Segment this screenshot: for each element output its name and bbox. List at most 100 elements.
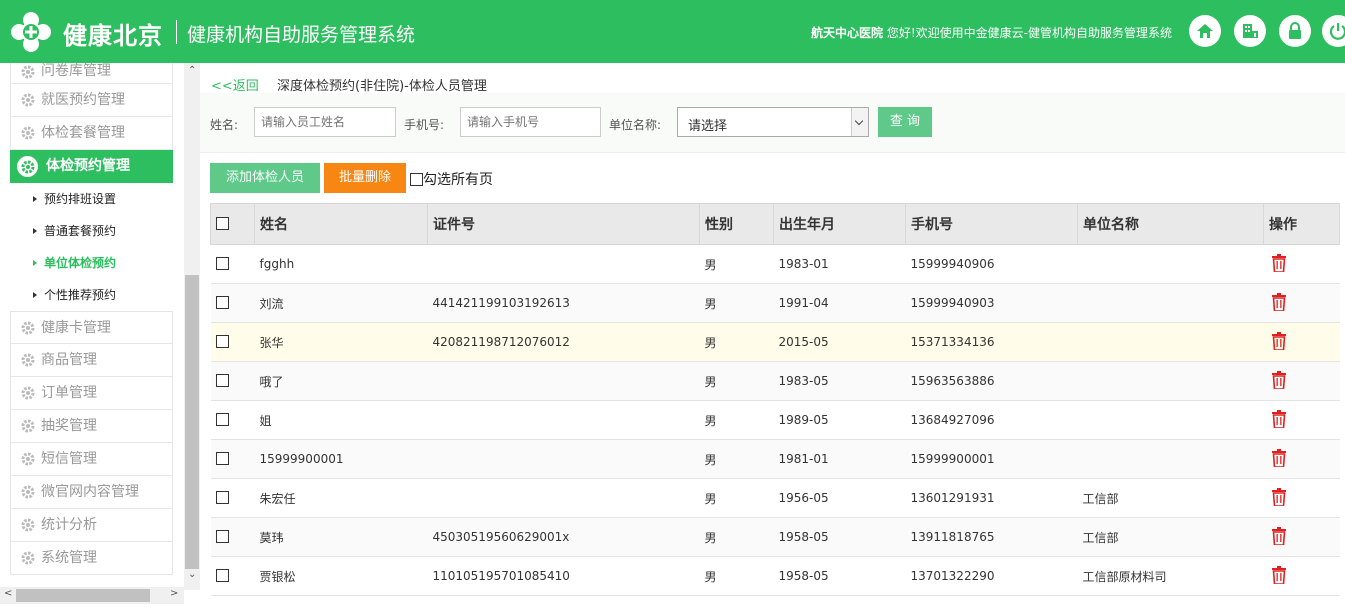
cell-birth: 1989-05 bbox=[773, 400, 906, 440]
sidebar-item[interactable]: 就医预约管理 bbox=[10, 84, 173, 117]
trash-icon[interactable] bbox=[1271, 448, 1287, 468]
cell-phone: 15999900001 bbox=[905, 439, 1078, 479]
table-row[interactable]: 贾银松 110105195701085410 男 1958-05 13701322290… bbox=[210, 556, 1340, 596]
sidebar-subitem-active[interactable]: 单位体检预约 bbox=[10, 247, 173, 279]
cell-birth: 1958-05 bbox=[773, 556, 906, 596]
table-row[interactable]: 刘流 441421199103192613 男 1991-04 15999940903 bbox=[210, 283, 1340, 323]
cell-phone: 15999940906 bbox=[905, 244, 1078, 284]
cell-actions bbox=[1263, 556, 1340, 596]
row-checkbox[interactable] bbox=[215, 257, 229, 270]
sidebar-item[interactable]: 抽奖管理 bbox=[10, 410, 173, 443]
sidebar-subitem[interactable]: 个性推荐预约 bbox=[10, 279, 173, 311]
table-row[interactable]: 莫玮 45030519560629001x 男 1958-05 13911818765 工… bbox=[210, 517, 1340, 557]
name-search-input[interactable] bbox=[254, 107, 396, 137]
row-checkbox[interactable] bbox=[215, 452, 229, 465]
cell-unit bbox=[1077, 244, 1264, 284]
cell-unit: 工信部 bbox=[1077, 517, 1264, 557]
sidebar-subitem[interactable]: 普通套餐预约 bbox=[10, 215, 173, 247]
row-select-cell bbox=[210, 517, 255, 557]
scroll-up-icon[interactable]: ⌃ bbox=[188, 65, 196, 76]
row-checkbox[interactable] bbox=[215, 491, 229, 504]
lock-button[interactable] bbox=[1279, 15, 1311, 47]
column-header: 单位名称 bbox=[1077, 203, 1264, 245]
sidebar-item[interactable]: 统计分析 bbox=[10, 509, 173, 542]
trash-icon[interactable] bbox=[1271, 565, 1287, 585]
cell-birth: 1981-01 bbox=[773, 439, 906, 479]
sidebar-vertical-scrollbar[interactable]: ⌃ ⌄ bbox=[184, 63, 200, 590]
row-checkbox[interactable] bbox=[215, 530, 229, 543]
trash-icon[interactable] bbox=[1271, 370, 1287, 390]
unit-select[interactable]: 请选择 bbox=[677, 107, 869, 137]
table-row[interactable]: 朱宏任 男 1956-05 13601291931 工信部 bbox=[210, 478, 1340, 518]
row-checkbox[interactable] bbox=[215, 569, 229, 582]
trash-icon[interactable] bbox=[1271, 331, 1287, 351]
table-row[interactable]: 姐 男 1989-05 13684927096 bbox=[210, 400, 1340, 440]
scrollbar-thumb[interactable] bbox=[16, 589, 150, 602]
cell-actions bbox=[1263, 517, 1340, 557]
phone-search-input[interactable] bbox=[460, 107, 601, 137]
sidebar-item-label: 抽奖管理 bbox=[41, 418, 97, 434]
trash-icon[interactable] bbox=[1271, 292, 1287, 312]
table-row[interactable]: 哦了 男 1983-05 15963563886 bbox=[210, 361, 1340, 401]
cell-name: 贾银松 bbox=[254, 556, 428, 596]
row-checkbox[interactable] bbox=[215, 335, 229, 348]
cell-birth: 1991-04 bbox=[773, 283, 906, 323]
row-select-cell bbox=[210, 439, 255, 479]
cell-phone: 13701322290 bbox=[905, 556, 1078, 596]
sidebar-item[interactable]: 问卷库管理 bbox=[10, 63, 173, 84]
back-link[interactable]: <<返回 bbox=[211, 79, 259, 94]
sidebar-item[interactable]: 体检套餐管理 bbox=[10, 117, 173, 150]
trash-icon[interactable] bbox=[1271, 526, 1287, 546]
sidebar-item[interactable]: 系统管理 bbox=[10, 542, 173, 575]
sidebar-item-active[interactable]: 体检预约管理 bbox=[10, 150, 173, 183]
select-all-pages-checkbox[interactable] bbox=[410, 173, 423, 186]
trash-icon[interactable] bbox=[1271, 487, 1287, 507]
sidebar-item[interactable]: 微官网内容管理 bbox=[10, 476, 173, 509]
select-all-pages[interactable]: 勾选所有页 bbox=[410, 169, 493, 189]
cell-unit bbox=[1077, 322, 1264, 362]
add-person-button[interactable]: 添加体检人员 bbox=[210, 163, 320, 193]
sidebar-item-label: 统计分析 bbox=[41, 517, 97, 533]
select-all-checkbox[interactable] bbox=[216, 217, 229, 230]
sidebar-item[interactable]: 健康卡管理 bbox=[10, 311, 173, 344]
hospital-button[interactable] bbox=[1234, 15, 1266, 47]
cell-actions bbox=[1263, 283, 1340, 323]
row-select-cell bbox=[210, 556, 255, 596]
sidebar-horizontal-scrollbar[interactable]: < > bbox=[0, 587, 184, 604]
row-select-cell bbox=[210, 322, 255, 362]
scrollbar-thumb[interactable] bbox=[185, 275, 199, 569]
phone-label: 手机号: bbox=[404, 118, 445, 132]
cell-name: 张华 bbox=[254, 322, 428, 362]
sidebar-item[interactable]: 商品管理 bbox=[10, 344, 173, 377]
table-row[interactable]: 15999900001 男 1981-01 15999900001 bbox=[210, 439, 1340, 479]
row-checkbox[interactable] bbox=[215, 374, 229, 387]
sidebar-item[interactable]: 短信管理 bbox=[10, 443, 173, 476]
cell-name: 哦了 bbox=[254, 361, 428, 401]
chevron-down-icon[interactable] bbox=[851, 108, 868, 136]
scroll-left-icon[interactable]: < bbox=[4, 588, 12, 599]
table-row[interactable]: fgghh 男 1983-01 15999940906 bbox=[210, 244, 1340, 284]
welcome-message: 航天中心医院 您好!欢迎使用中金健康云-健管机构自助服务管理系统 bbox=[811, 24, 1172, 41]
cell-phone: 15371334136 bbox=[905, 322, 1078, 362]
cell-id-number bbox=[427, 244, 700, 284]
cell-gender: 男 bbox=[699, 361, 774, 401]
batch-delete-button[interactable]: 批量删除 bbox=[324, 163, 406, 193]
row-checkbox[interactable] bbox=[215, 296, 229, 309]
logout-button[interactable] bbox=[1322, 15, 1345, 47]
cell-name: 莫玮 bbox=[254, 517, 428, 557]
trash-icon[interactable] bbox=[1271, 253, 1287, 273]
home-icon bbox=[1197, 24, 1213, 38]
sidebar-item[interactable]: 订单管理 bbox=[10, 377, 173, 410]
trash-icon[interactable] bbox=[1271, 409, 1287, 429]
table-row[interactable]: 张华 420821198712076012 男 2015-05 15371334136 bbox=[210, 322, 1340, 362]
scroll-down-icon[interactable]: ⌄ bbox=[188, 569, 196, 580]
sidebar: 问卷库管理 就医预约管理 体检套餐管理 体检预约管理 预约排班设置 普通套餐预约… bbox=[0, 63, 200, 607]
search-bar: 姓名: 手机号: 单位名称: 请选择 查 询 bbox=[200, 93, 1345, 153]
row-checkbox[interactable] bbox=[215, 413, 229, 426]
caret-right-icon bbox=[33, 228, 37, 234]
scroll-right-icon[interactable]: > bbox=[170, 588, 178, 599]
sidebar-subitem[interactable]: 预约排班设置 bbox=[10, 183, 173, 215]
query-button[interactable]: 查 询 bbox=[878, 107, 932, 137]
home-button[interactable] bbox=[1189, 15, 1221, 47]
cell-gender: 男 bbox=[699, 283, 774, 323]
